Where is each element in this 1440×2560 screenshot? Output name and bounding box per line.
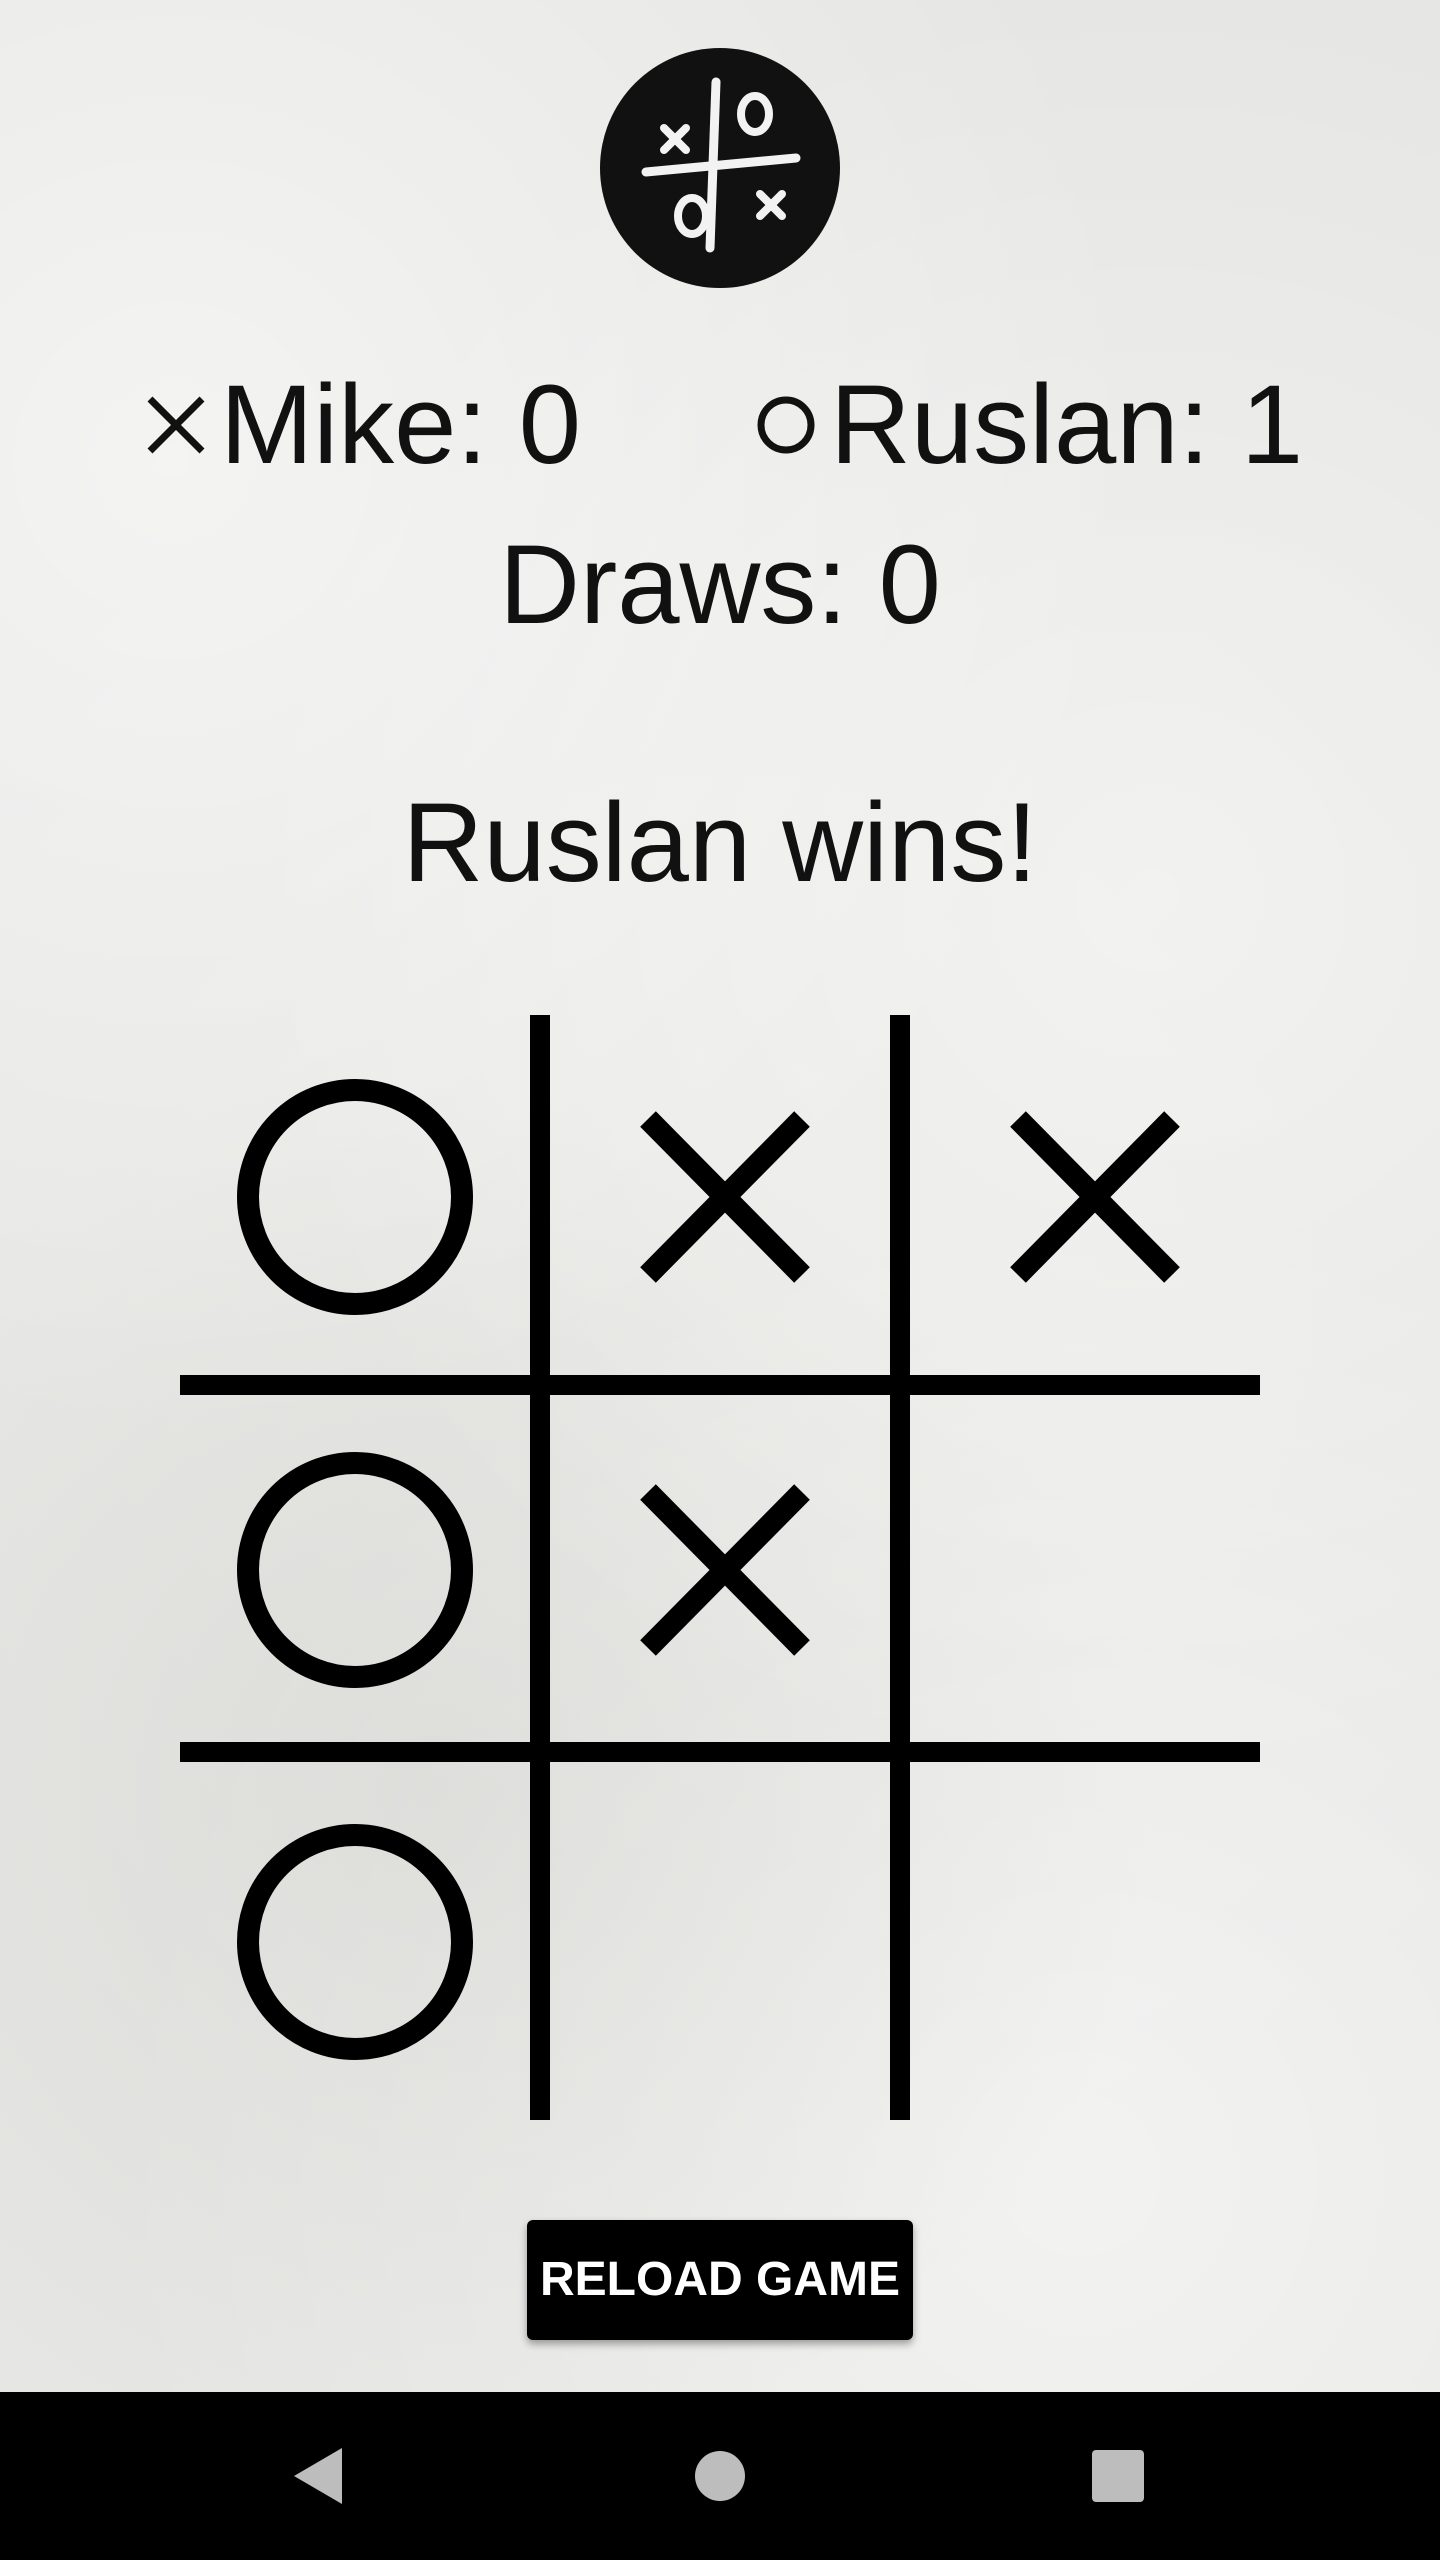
tic-tac-toe-logo-icon — [600, 48, 840, 288]
board-cell-6[interactable] — [920, 1400, 1260, 1740]
x-icon — [146, 395, 206, 455]
player-o-score-text: Ruslan: 1 — [830, 362, 1304, 487]
reload-game-button[interactable]: RELOAD GAME — [527, 2220, 913, 2340]
o-mark-icon — [237, 1452, 473, 1688]
game-screen: Mike: 0 Ruslan: 1 Draws: 0 Ruslan wins! … — [0, 0, 1440, 2392]
board-cell-3[interactable] — [920, 1027, 1260, 1367]
o-mark-icon — [237, 1079, 473, 1315]
board-cell-9[interactable] — [920, 1772, 1260, 2112]
game-status: Ruslan wins! — [402, 780, 1038, 905]
recents-square-icon[interactable] — [1078, 2436, 1158, 2516]
board-grid-line — [180, 1375, 1260, 1395]
system-nav-bar — [0, 2392, 1440, 2560]
x-mark-icon — [1010, 1111, 1180, 1283]
player-o-score: Ruslan: 1 — [756, 360, 1303, 490]
back-triangle-icon[interactable] — [280, 2436, 360, 2516]
player-x-score-text: Mike: 0 — [220, 362, 581, 487]
player-x-score: Mike: 0 — [146, 360, 581, 490]
board-grid-line — [530, 1015, 550, 2120]
o-icon — [756, 395, 816, 455]
board-cell-7[interactable] — [180, 1772, 520, 2112]
board-cell-2[interactable] — [550, 1027, 890, 1367]
board-cell-4[interactable] — [180, 1400, 520, 1740]
game-board — [180, 1015, 1260, 2120]
draws-count: Draws: 0 — [499, 522, 941, 647]
board-cell-8[interactable] — [550, 1772, 890, 2112]
board-grid-line — [890, 1015, 910, 2120]
board-cell-1[interactable] — [180, 1027, 520, 1367]
board-cell-5[interactable] — [550, 1400, 890, 1740]
board-grid-line — [180, 1742, 1260, 1762]
o-mark-icon — [237, 1824, 473, 2060]
home-circle-icon[interactable] — [680, 2436, 760, 2516]
x-mark-icon — [640, 1484, 810, 1656]
scoreboard: Mike: 0 Ruslan: 1 — [0, 360, 1440, 490]
x-mark-icon — [640, 1111, 810, 1283]
